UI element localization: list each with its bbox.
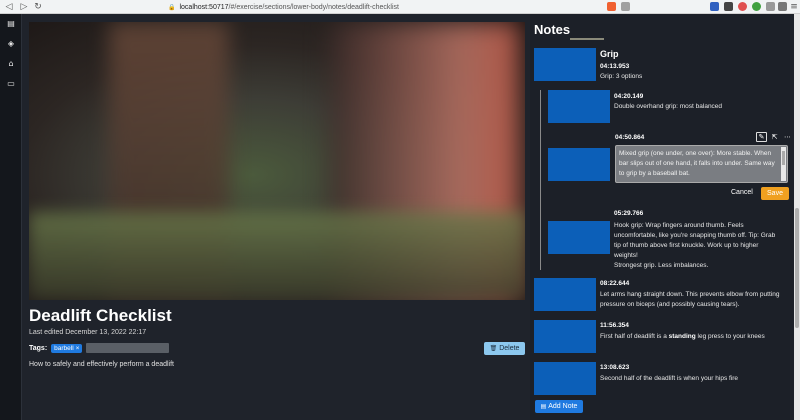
note-text-line: weights! (614, 252, 638, 259)
url-path: /#/exercise/sections/lower-body/notes/de… (228, 3, 399, 11)
tag-icon[interactable]: ◈ (6, 38, 16, 48)
edit-icon[interactable]: ✎ (756, 132, 767, 142)
note-edit-text: Mixed grip (one under, one over): More s… (619, 150, 775, 177)
note-text-strong: standing (668, 333, 696, 340)
notebook-icon[interactable]: ▤ (6, 18, 16, 28)
delete-label: Delete (499, 345, 520, 352)
divider (570, 38, 604, 40)
video-frame-floor (29, 212, 525, 300)
note-text: Second half of the deadlift is when your… (600, 375, 739, 382)
textarea-scrollbar[interactable] (781, 147, 786, 181)
cancel-button[interactable]: Cancel (731, 189, 753, 196)
note-text-line: Strongest grip. Less imbalances. (614, 262, 709, 269)
tags-row: Tags: barbell × (29, 343, 170, 353)
window-icon[interactable]: ▭ (6, 78, 16, 88)
thread-line (540, 90, 541, 270)
tag-label: barbell (54, 344, 74, 352)
tag-chip[interactable]: barbell × (51, 343, 83, 353)
note-heading: Grip (600, 49, 619, 59)
delete-button[interactable]: 🗑 Delete (484, 342, 525, 355)
home-icon[interactable]: ⌂ (6, 58, 16, 68)
brave-shield-icon[interactable] (607, 2, 616, 11)
note-text-line: tip of thumb above first knuckle. Work u… (614, 242, 759, 249)
note-timestamp[interactable]: 04:20.149 (614, 93, 643, 100)
more-icon[interactable]: ⋯ (782, 132, 793, 142)
note-text: Double overhand grip: most balanced (614, 103, 723, 110)
notes-panel: Notes Grip 04:13.953 Grip: 3 options 04:… (530, 14, 800, 420)
profile-icon[interactable] (778, 2, 787, 11)
notes-scrollbar[interactable] (794, 14, 800, 420)
note-timestamp[interactable]: 08:22.644 (600, 280, 629, 287)
note-text-pre: First half of deadlift is a (600, 333, 669, 340)
note-text-line: pressure on biceps (and possibly causing… (600, 301, 740, 308)
note-thumbnail[interactable] (548, 148, 610, 181)
tag-input[interactable] (86, 343, 170, 353)
forward-arrow-icon[interactable]: ▷ (18, 1, 30, 13)
note-thumbnail[interactable] (534, 278, 596, 311)
note-timestamp[interactable]: 05:29.766 (614, 210, 643, 217)
extensions-menu-icon[interactable] (766, 2, 775, 11)
note-thumbnail[interactable] (548, 90, 610, 123)
add-note-label: Add Note (548, 403, 578, 410)
note-thumbnail[interactable] (534, 48, 596, 81)
add-note-button[interactable]: ▤ Add Note (535, 400, 583, 413)
side-rail: ▤ ◈ ⌂ ▭ (0, 14, 22, 420)
page-title: Deadlift Checklist (29, 306, 172, 325)
note-text-line: Hook grip: Wrap fingers around thumb. Fe… (614, 222, 744, 229)
note-text: Let arms hang straight down. This preven… (600, 290, 794, 310)
close-icon[interactable]: × (76, 345, 80, 352)
note-text: Grip: 3 options (600, 73, 643, 80)
reload-icon[interactable]: ↻ (32, 1, 44, 13)
url-host: localhost:50717 (179, 3, 229, 11)
note-timestamp[interactable]: 13:08.623 (600, 364, 629, 371)
extension-icon[interactable] (752, 2, 761, 11)
last-edited: Last edited December 13, 2022 22:17 (29, 329, 147, 336)
extension-icon[interactable] (724, 2, 733, 11)
note-timestamp[interactable]: 04:13.953 (600, 63, 629, 70)
note-add-icon: ▤ (540, 403, 547, 410)
main-content: Deadlift Checklist Last edited December … (22, 14, 530, 420)
note-text-post: leg press to your knees (695, 333, 765, 340)
address-bar[interactable]: 🔒 localhost:50717 /#/exercise/sections/l… (168, 1, 634, 13)
description: How to safely and effectively perform a … (29, 361, 175, 368)
video-player[interactable] (29, 22, 525, 300)
back-arrow-icon[interactable]: ◁ (3, 1, 15, 13)
save-button[interactable]: Save (761, 187, 789, 200)
notes-title: Notes (534, 22, 571, 37)
menu-icon[interactable]: ≡ (788, 1, 800, 13)
extension-icon[interactable] (738, 2, 747, 11)
note-edit-textarea[interactable]: Mixed grip (one under, one over): More s… (615, 145, 788, 183)
note-thumbnail[interactable] (534, 320, 596, 353)
tags-label: Tags: (29, 344, 48, 352)
note-text-line: uncomfortable, like you're snapping thum… (614, 232, 776, 239)
trash-icon: 🗑 (489, 345, 498, 352)
lock-icon: 🔒 (168, 3, 176, 11)
note-timestamp[interactable]: 11:56.354 (600, 322, 629, 329)
note-text: Hook grip: Wrap fingers around thumb. Fe… (614, 221, 794, 271)
note-timestamp[interactable]: 04:50.864 (615, 134, 644, 141)
browser-toolbar: ◁ ▷ ↻ 🔒 localhost:50717 /#/exercise/sect… (0, 0, 800, 14)
rewards-icon[interactable] (621, 2, 630, 11)
scrollbar-thumb[interactable] (795, 208, 799, 328)
note-text-line: Let arms hang straight down. This preven… (600, 291, 780, 298)
note-thumbnail[interactable] (534, 362, 596, 395)
extension-icon[interactable] (710, 2, 719, 11)
share-icon[interactable]: ⇱ (769, 132, 780, 142)
note-text: First half of deadlift is a standing leg… (600, 332, 794, 342)
note-thumbnail[interactable] (548, 221, 610, 254)
